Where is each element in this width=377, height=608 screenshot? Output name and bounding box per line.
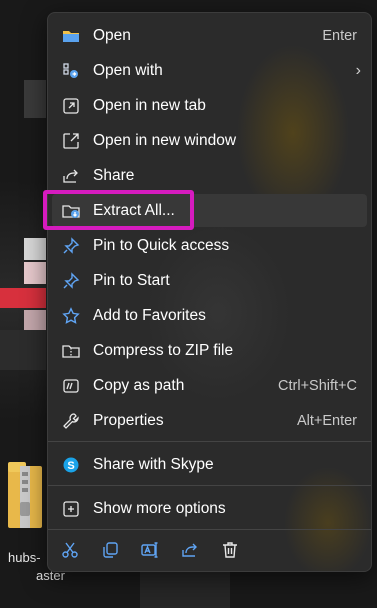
cut-icon	[61, 541, 79, 564]
menu-item-label: Pin to Quick access	[93, 236, 230, 254]
menu-item-add-to-favorites[interactable]: Add to Favorites	[52, 299, 367, 332]
background-tile	[0, 288, 46, 308]
pin-start-icon	[61, 271, 81, 291]
menu-item-share[interactable]: Share	[52, 159, 367, 192]
wrench-icon	[61, 411, 81, 431]
context-menu: Open Enter Open with › Open in new tab O…	[47, 12, 372, 572]
background-tile	[24, 80, 46, 118]
delete-icon	[221, 541, 239, 564]
menu-item-share-with-skype[interactable]: S Share with Skype	[52, 448, 367, 481]
cut-button[interactable]	[50, 537, 90, 567]
share-icon	[181, 541, 199, 564]
menu-item-compress-to-zip[interactable]: Compress to ZIP file	[52, 334, 367, 367]
menu-item-open[interactable]: Open Enter	[52, 19, 367, 52]
rename-button[interactable]	[130, 537, 170, 567]
share-button[interactable]	[170, 537, 210, 567]
menu-item-label: Add to Favorites	[93, 306, 206, 324]
quick-actions-bar	[48, 535, 371, 569]
new-tab-icon	[61, 96, 81, 116]
background-tile	[0, 330, 46, 370]
background-tile	[140, 572, 230, 608]
copy-path-icon	[61, 376, 81, 396]
star-icon	[61, 306, 81, 326]
menu-item-label: Open in new window	[93, 131, 237, 149]
shortcut-label: Enter	[322, 27, 357, 44]
menu-item-copy-as-path[interactable]: Copy as path Ctrl+Shift+C	[52, 369, 367, 402]
menu-item-properties[interactable]: Properties Alt+Enter	[52, 404, 367, 437]
highlight-annotation	[43, 190, 194, 230]
menu-item-label: Share with Skype	[93, 455, 214, 473]
more-options-icon	[61, 499, 81, 519]
background-tile	[24, 310, 46, 332]
background-tile	[24, 262, 46, 284]
menu-item-pin-to-start[interactable]: Pin to Start	[52, 264, 367, 297]
menu-item-label: Share	[93, 166, 135, 184]
submenu-chevron-icon: ›	[355, 61, 361, 79]
menu-separator	[48, 529, 371, 530]
menu-item-label: Open in new tab	[93, 96, 206, 114]
pin-icon	[61, 236, 81, 256]
shortcut-label: Alt+Enter	[296, 412, 357, 429]
new-window-icon	[61, 131, 81, 151]
menu-item-label: Open	[93, 26, 131, 44]
menu-separator	[48, 485, 371, 486]
screen: hubs- aster Open Enter Open with › Open …	[0, 0, 377, 608]
menu-item-pin-to-quick-access[interactable]: Pin to Quick access	[52, 229, 367, 262]
menu-item-open-in-new-tab[interactable]: Open in new tab	[52, 89, 367, 122]
menu-item-show-more-options[interactable]: Show more options	[52, 492, 367, 525]
folder-open-icon	[61, 26, 81, 46]
file-name-label: hubs-	[8, 550, 41, 565]
menu-item-label: Compress to ZIP file	[93, 341, 234, 359]
copy-icon	[101, 541, 119, 564]
share-icon	[61, 166, 81, 186]
zip-folder-icon	[61, 341, 81, 361]
svg-text:S: S	[67, 460, 74, 472]
menu-item-label: Show more options	[93, 499, 226, 517]
background-tile	[24, 238, 46, 260]
menu-item-open-in-new-window[interactable]: Open in new window	[52, 124, 367, 157]
zip-file-icon[interactable]	[8, 462, 46, 530]
menu-item-label: Copy as path	[93, 376, 185, 394]
skype-icon: S	[61, 455, 81, 475]
open-with-icon	[61, 61, 81, 81]
menu-item-label: Pin to Start	[93, 271, 170, 289]
shortcut-label: Ctrl+Shift+C	[278, 377, 357, 394]
rename-icon	[141, 541, 159, 564]
menu-item-label: Open with	[93, 61, 163, 79]
menu-item-label: Properties	[93, 411, 164, 429]
menu-item-open-with[interactable]: Open with ›	[52, 54, 367, 87]
delete-button[interactable]	[210, 537, 250, 567]
copy-button[interactable]	[90, 537, 130, 567]
menu-separator	[48, 441, 371, 442]
